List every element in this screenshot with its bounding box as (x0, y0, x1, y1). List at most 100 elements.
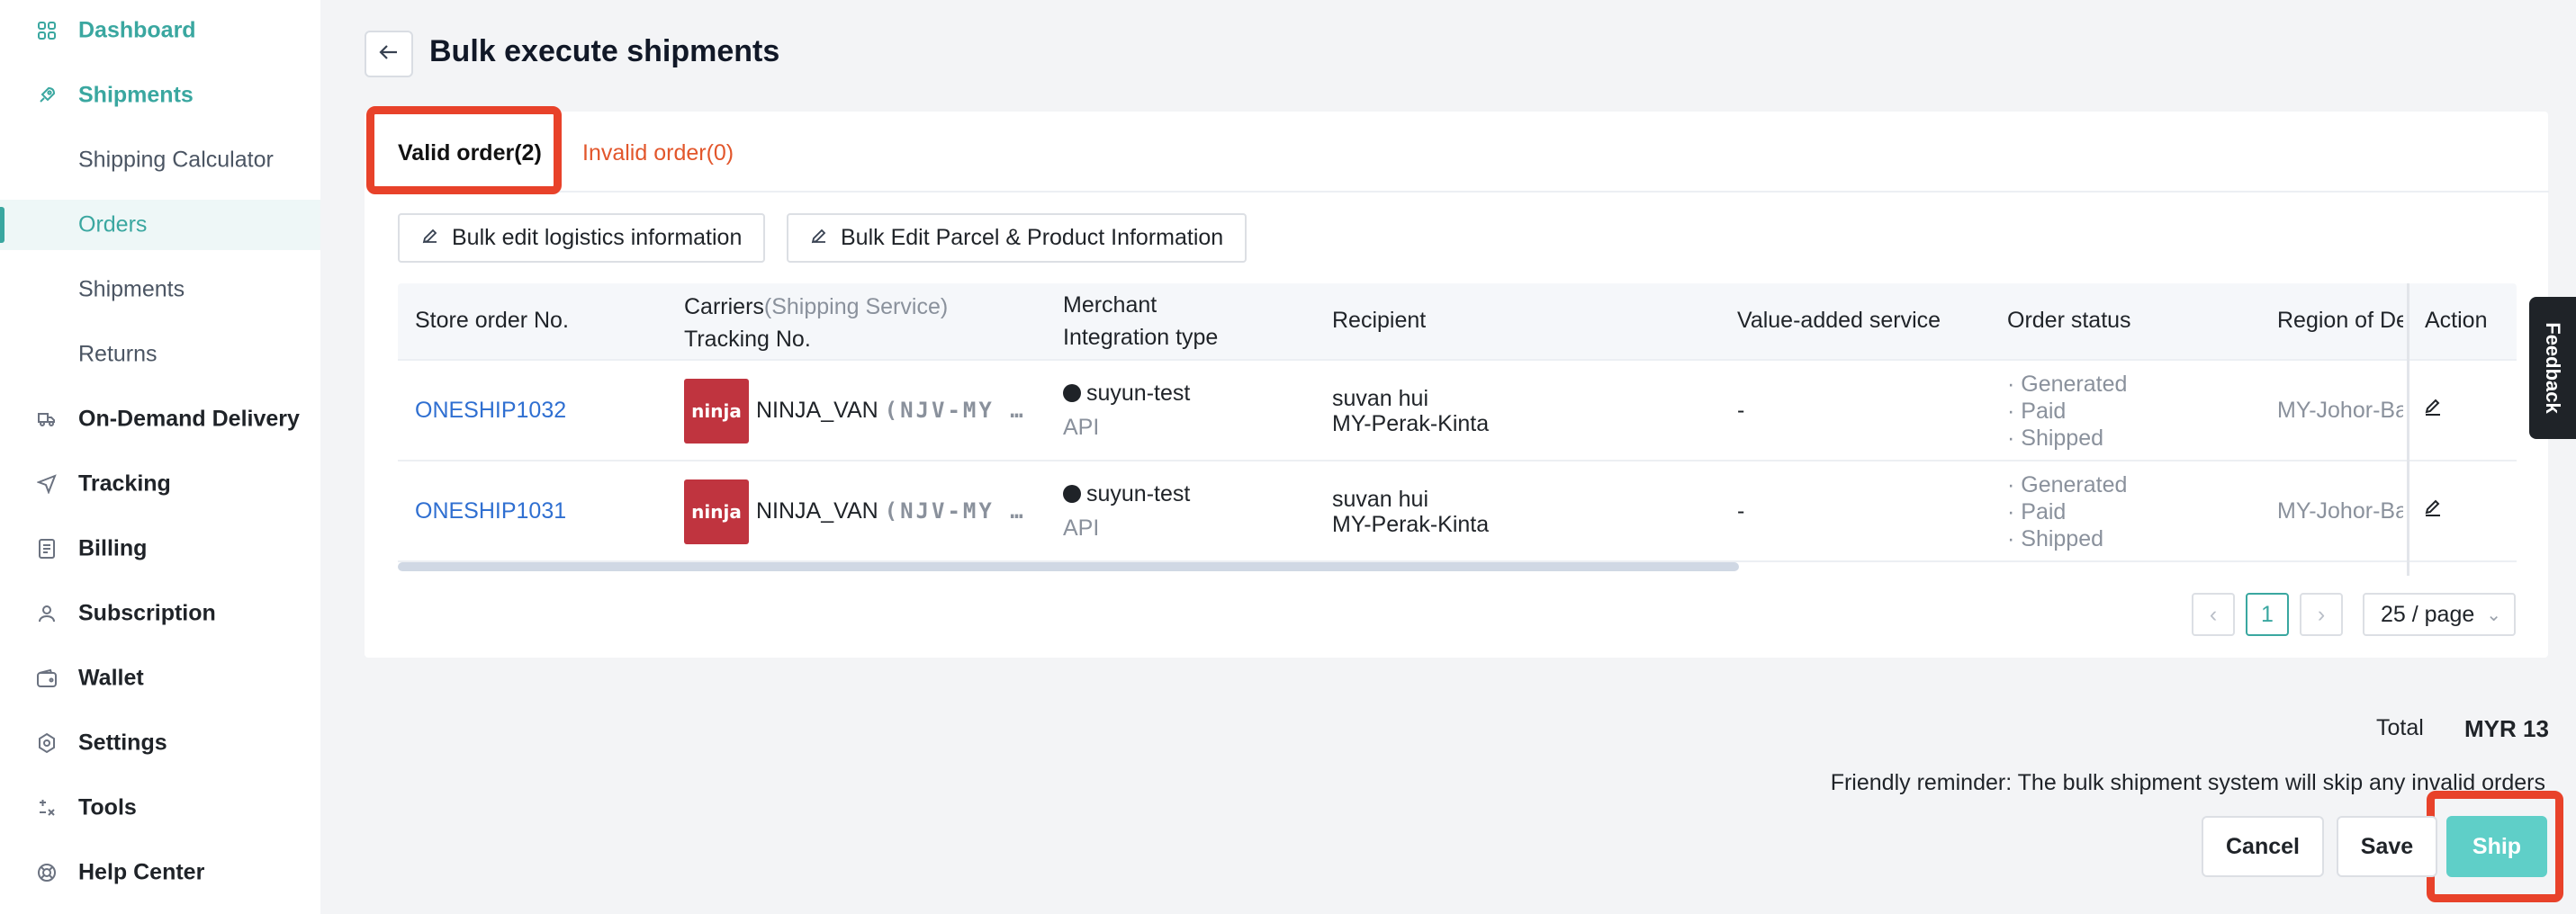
col-tracking: Tracking No. (684, 327, 811, 352)
status-generated: · Generated (2007, 372, 2128, 397)
sidebar-item-label: Returns (78, 341, 158, 367)
merchant-name-text: suyun-test (1086, 381, 1191, 406)
merchant-name: suyun-test (1063, 381, 1190, 407)
sidebar-item-wallet[interactable]: Wallet (0, 653, 320, 703)
region-of-delivery: MY-Johor-Ba (2277, 398, 2403, 423)
action-column-divider (2407, 283, 2517, 576)
sidebar-item-tracking[interactable]: Tracking (0, 459, 320, 509)
shop-icon (1063, 485, 1081, 503)
sidebar-item-settings[interactable]: Settings (0, 718, 320, 768)
status-paid: · Paid (2007, 399, 2067, 424)
carrier-name: NINJA_VAN (NJV-MY … (756, 498, 1026, 524)
shop-icon (1063, 384, 1081, 402)
ninja-van-logo: ninja (684, 379, 749, 444)
sidebar-item-label: Tracking (78, 470, 171, 497)
order-link[interactable]: ONESHIP1031 (415, 498, 566, 524)
horizontal-scrollbar[interactable] (398, 562, 1739, 571)
integration-type: API (1063, 515, 1100, 541)
col-carriers-label: Carriers (684, 294, 764, 319)
table-header: Store order No. Carriers(Shipping Servic… (398, 283, 2517, 361)
feedback-label: Feedback (2542, 322, 2564, 414)
edit-icon (810, 225, 828, 251)
shipping-service: (NJV-MY … (884, 398, 1026, 423)
region-of-delivery: MY-Johor-Ba (2277, 498, 2403, 524)
sidebar: Dashboard Shipments Shipping Calculator … (0, 0, 320, 914)
bulk-edit-parcel-button[interactable]: Bulk Edit Parcel & Product Information (787, 213, 1247, 263)
sidebar-item-orders[interactable]: Orders (0, 200, 320, 250)
rocket-icon (34, 83, 59, 108)
sidebar-item-label: Dashboard (78, 17, 196, 43)
merchant-name: suyun-test (1063, 481, 1190, 507)
page-title: Bulk execute shipments (429, 34, 780, 68)
back-button[interactable] (365, 31, 413, 77)
col-merchant: Merchant (1063, 292, 1157, 318)
tab-invalid-orders[interactable]: Invalid order(0) (582, 117, 734, 189)
tools-icon (34, 795, 59, 820)
sidebar-item-shipments-sub[interactable]: Shipments (0, 264, 320, 315)
sidebar-item-returns[interactable]: Returns (0, 329, 320, 380)
sidebar-item-label: Subscription (78, 600, 216, 626)
sidebar-item-on-demand-delivery[interactable]: On-Demand Delivery (0, 394, 320, 444)
recipient-region: MY-Perak-Kinta (1332, 512, 1490, 537)
sidebar-item-dashboard[interactable]: Dashboard (0, 5, 320, 56)
status-shipped: · Shipped (2007, 426, 2104, 451)
sidebar-item-shipments[interactable]: Shipments (0, 70, 320, 121)
help-icon (34, 860, 59, 885)
integration-type: API (1063, 415, 1100, 440)
sidebar-item-label: Shipments (78, 276, 185, 302)
wallet-icon (34, 666, 59, 691)
sidebar-item-tools[interactable]: Tools (0, 783, 320, 833)
user-icon (34, 601, 59, 626)
col-recipient: Recipient (1332, 308, 1427, 333)
next-page-button[interactable]: › (2300, 593, 2343, 636)
sidebar-item-label: Tools (78, 794, 137, 820)
table-row: ONESHIP1031 ninja NINJA_VAN (NJV-MY … su… (398, 461, 2517, 562)
shipping-service: (NJV-MY … (884, 498, 1026, 524)
tab-valid-orders[interactable]: Valid order(2) (398, 117, 542, 189)
merchant-name-text: suyun-test (1086, 481, 1191, 506)
col-integration: Integration type (1063, 325, 1219, 350)
prev-page-button[interactable]: ‹ (2192, 593, 2235, 636)
orders-card: Valid order(2) Invalid order(0) Bulk edi… (365, 112, 2549, 658)
sidebar-item-billing[interactable]: Billing (0, 524, 320, 574)
page-number[interactable]: 1 (2246, 593, 2289, 636)
carrier-name-text: NINJA_VAN (756, 398, 878, 423)
value-added-service: - (1737, 498, 1745, 524)
col-store-order: Store order No. (415, 308, 569, 333)
edit-icon (421, 225, 439, 251)
sidebar-item-subscription[interactable]: Subscription (0, 588, 320, 639)
ship-button[interactable]: Ship (2446, 816, 2547, 877)
chevron-down-icon: ⌄ (2486, 605, 2501, 625)
grid-icon (34, 18, 59, 43)
recipient-name: suvan hui (1332, 386, 1429, 411)
recipient-region: MY-Perak-Kinta (1332, 411, 1490, 436)
total-value: MYR 13 (2464, 715, 2549, 742)
page-size-select[interactable]: 25 / page ⌄ (2363, 593, 2516, 636)
sidebar-item-shipping-calculator[interactable]: Shipping Calculator (0, 135, 320, 185)
col-region: Region of De (2277, 308, 2403, 333)
feedback-tab[interactable]: Feedback (2529, 297, 2576, 439)
order-link[interactable]: ONESHIP1032 (415, 398, 566, 424)
sidebar-item-label: Settings (78, 730, 167, 756)
col-carriers: Carriers(Shipping Service) (684, 294, 948, 320)
arrow-left-icon (379, 44, 399, 65)
cancel-button[interactable]: Cancel (2202, 816, 2324, 877)
total-label: Total (2376, 715, 2424, 740)
carrier-name: NINJA_VAN (NJV-MY … (756, 398, 1026, 424)
gear-icon (34, 730, 59, 756)
save-button[interactable]: Save (2337, 816, 2437, 877)
value-added-service: - (1737, 398, 1745, 423)
table-row: ONESHIP1032 ninja NINJA_VAN (NJV-MY … su… (398, 361, 2517, 461)
sidebar-item-help-center[interactable]: Help Center (0, 847, 320, 898)
recipient-name: suvan hui (1332, 487, 1429, 512)
sidebar-item-label: Wallet (78, 665, 144, 691)
sidebar-item-label: Billing (78, 535, 148, 561)
sidebar-item-label: Shipments (78, 82, 194, 108)
ninja-van-logo: ninja (684, 479, 749, 544)
bulk-edit-parcel-label: Bulk Edit Parcel & Product Information (841, 225, 1224, 250)
carrier-name-text: NINJA_VAN (756, 498, 878, 524)
col-value-added-service: Value-added service (1737, 308, 1941, 333)
status-paid: · Paid (2007, 499, 2067, 524)
bulk-edit-logistics-button[interactable]: Bulk edit logistics information (398, 213, 766, 263)
sidebar-item-label: On-Demand Delivery (78, 406, 300, 432)
